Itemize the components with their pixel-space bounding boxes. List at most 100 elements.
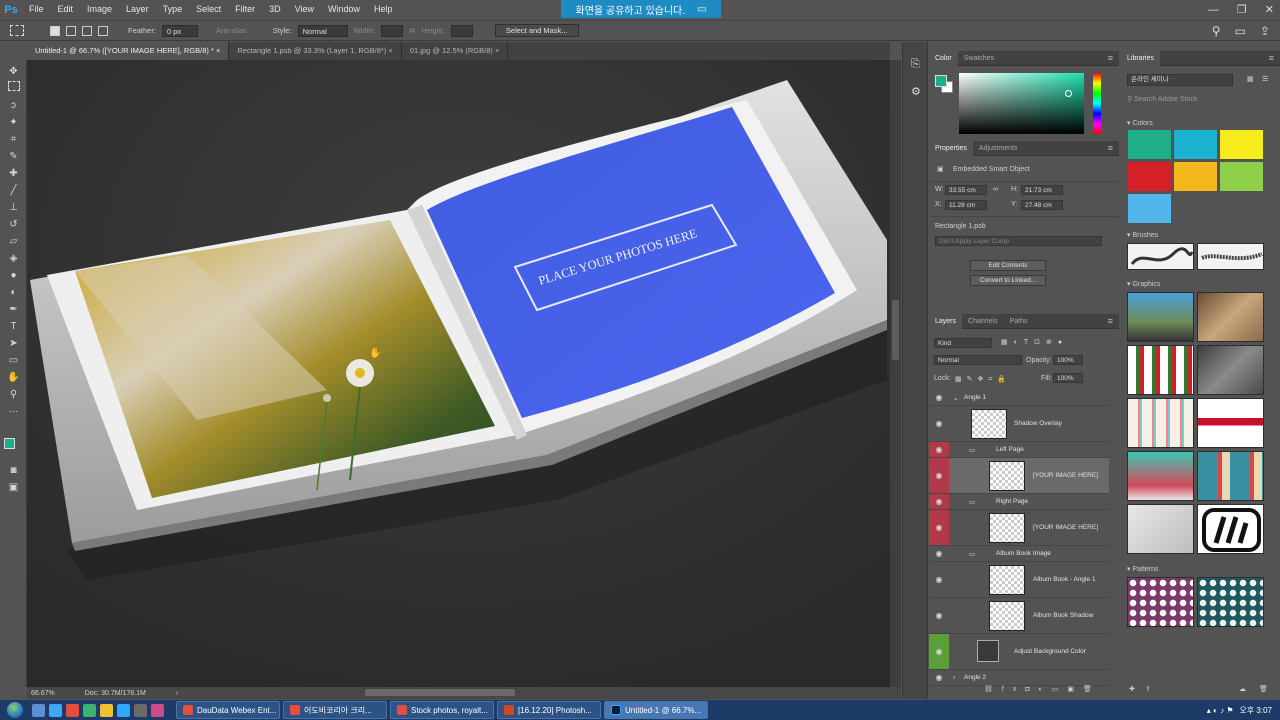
layer-disclosure-icon[interactable]: ⌄ [953,394,958,402]
add-content-icon[interactable]: ✚ [1129,685,1135,693]
graphic-thumbnail[interactable] [1127,451,1194,501]
visibility-eye-icon[interactable]: ◉ [929,458,949,493]
height-input[interactable] [450,24,473,37]
tab-rectangle-1[interactable]: Rectangle 1.psb @ 33.3% (Layer 1, RGB/8*… [229,42,402,60]
section-brushes[interactable]: ▾ Brushes [1127,231,1158,239]
trash-icon[interactable]: 🗑 [1259,685,1268,693]
panel-menu-icon[interactable]: ≡ [1108,314,1113,328]
list-view-icon[interactable]: ☰ [1262,75,1268,83]
library-color-swatch[interactable] [1220,162,1263,191]
marquee-icon[interactable] [8,81,20,91]
menu-help[interactable]: Help [367,0,400,19]
menu-select[interactable]: Select [189,0,228,19]
tab-layers[interactable]: Layers [929,313,963,329]
more-tools-icon[interactable]: ··· [5,404,22,419]
intersect-selection-icon[interactable] [98,25,108,36]
layer-group-right-page[interactable]: ◉ ▭ Right Page [929,494,1109,510]
clone-stamp-icon[interactable]: ⊥ [5,200,22,215]
folder-icon[interactable] [100,703,113,717]
type-tool-icon[interactable]: T [5,319,22,334]
section-graphics[interactable]: ▾ Graphics [1127,280,1160,288]
layer-filter-select[interactable]: Kind [934,338,992,348]
layer-adjust-background-color[interactable]: ◉ Adjust Background Color [929,634,1109,670]
taskbar-item-powerpoint[interactable]: [16.12.20] Photosh... [497,701,601,719]
tab-channels[interactable]: Channels [962,314,1004,329]
vertical-scroll-thumb[interactable] [892,300,899,360]
graphic-thumbnail[interactable] [1127,345,1194,395]
library-color-swatch[interactable] [1128,162,1171,191]
edit-contents-button[interactable]: Edit Contents [970,260,1046,271]
tab-01-jpg[interactable]: 01.jpg @ 12.5% (RGB/8) × [402,42,509,60]
taskbar-item-stock-photos[interactable]: Stock photos, royalt... [390,701,494,719]
layer-album-book-shadow[interactable]: ◉ Album Book Shadow [929,598,1109,634]
library-color-swatch[interactable] [1128,130,1171,159]
blur-icon[interactable]: ● [5,268,22,283]
minimize-button[interactable]: — [1208,4,1219,16]
tab-adjustments[interactable]: Adjustments [973,141,1024,156]
grid-view-icon[interactable]: ▦ [1247,75,1254,83]
layer-comp-select[interactable]: Don't Apply Layer Comp [935,236,1102,246]
new-selection-icon[interactable] [50,25,60,36]
graphic-thumbnail[interactable] [1127,398,1194,448]
ie-icon[interactable] [49,703,62,717]
graphic-thumbnail[interactable] [1127,504,1194,554]
app-icon[interactable] [151,703,164,717]
tray-icons[interactable]: ▴ ◐ ♪ ⚑ [1207,706,1234,715]
menu-view[interactable]: View [288,0,321,19]
graphic-thumbnail[interactable] [1197,398,1264,448]
visibility-eye-icon[interactable]: ◉ [929,598,949,633]
section-patterns[interactable]: ▾ Patterns [1127,565,1159,573]
dodge-icon[interactable]: ◐ [5,285,22,300]
visibility-eye-icon[interactable]: ◉ [929,442,949,457]
crop-icon[interactable]: ⌗ [5,132,22,147]
graphic-thumbnail[interactable] [1197,292,1264,342]
eyedropper-icon[interactable]: ✎ [5,149,22,164]
graphic-thumbnail[interactable] [1197,451,1264,501]
color-picker-field[interactable] [959,73,1084,134]
layer-left-image-placeholder[interactable]: ◉ [YOUR IMAGE HERE] [929,458,1109,494]
photoshop-quick-icon[interactable] [117,703,130,717]
marquee-tool-icon[interactable] [10,25,24,36]
graphic-thumbnail[interactable] [1197,504,1264,554]
layer-filter-icons[interactable]: ▦◐T⊡⊕● [1001,338,1068,346]
history-brush-icon[interactable]: ↺ [5,217,22,232]
menu-image[interactable]: Image [80,0,119,19]
workspace-icon[interactable]: ▭ [1235,24,1246,38]
rectangle-tool-icon[interactable]: ▭ [5,353,22,368]
close-button[interactable]: ✕ [1265,3,1274,16]
library-color-swatch[interactable] [1174,130,1217,159]
lasso-icon[interactable]: ↄ [5,98,22,113]
color-picker-cursor[interactable] [1065,90,1072,97]
section-colors[interactable]: ▾ Colors [1127,119,1153,127]
pen-icon[interactable]: ✒ [5,302,22,317]
stock-search-input[interactable]: ⚲ Search Adobe Stock [1127,95,1198,103]
start-button[interactable] [0,700,30,720]
style-select[interactable]: Normal [297,24,348,37]
taskbar-item-adobe-korea[interactable]: 어도비코리아 크리... [283,701,387,719]
clock[interactable]: 오후 3:07 [1239,705,1272,716]
visibility-eye-icon[interactable]: ◉ [929,562,949,597]
h-input[interactable]: 21.73 cm [1021,185,1063,195]
history-panel-icon[interactable]: ⎘ [911,58,920,71]
status-arrow-icon[interactable]: › [176,690,178,697]
y-input[interactable]: 27.48 cm [1021,200,1063,210]
quick-launch-icon[interactable] [83,703,96,717]
menu-file[interactable]: File [22,0,51,19]
menu-edit[interactable]: Edit [51,0,81,19]
foreground-color-swatch[interactable] [4,438,15,449]
visibility-eye-icon[interactable]: ◉ [929,406,949,441]
visibility-eye-icon[interactable]: ◉ [929,546,949,561]
menu-filter[interactable]: Filter [228,0,262,19]
panel-menu-icon[interactable]: ≡ [1269,51,1274,65]
taskbar-item-webex[interactable]: DauData Webex Ent... [176,701,280,719]
search-icon[interactable]: ⚲ [1212,24,1221,38]
visibility-eye-icon[interactable]: ◉ [929,510,949,545]
properties-panel-icon[interactable]: ⚙ [911,85,921,98]
link-icon[interactable]: ∞ [993,186,998,193]
tab-paths[interactable]: Paths [1004,314,1034,329]
canvas-vertical-scrollbar[interactable] [890,60,901,687]
panel-menu-icon[interactable]: ≡ [1108,51,1113,65]
tab-color[interactable]: Color [929,50,958,66]
pattern-thumbnail[interactable] [1197,577,1264,627]
eraser-icon[interactable]: ▱ [5,234,22,249]
